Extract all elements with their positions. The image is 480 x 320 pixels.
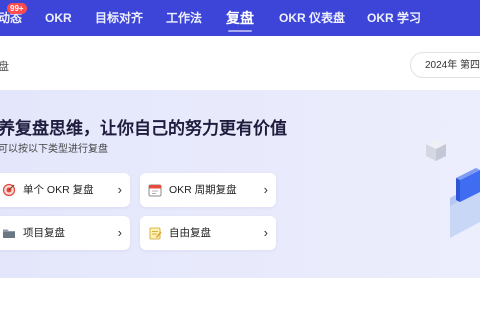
notification-badge: 99+: [7, 3, 27, 14]
target-icon: [2, 183, 16, 197]
card-label: 自由复盘: [169, 227, 211, 239]
chevron-right-icon: ›: [263, 225, 268, 240]
nav-item-learning[interactable]: OKR 学习: [367, 0, 421, 36]
isometric-blocks-illustration: [426, 139, 480, 238]
hero-subtitle: 可以按以下类型进行复盘: [0, 144, 108, 155]
nav-item-alignment[interactable]: 目标对齐: [95, 0, 143, 36]
nav-label-dashboard: OKR 仪表盘: [279, 11, 346, 25]
nav-item-okr[interactable]: OKR: [45, 0, 72, 36]
period-selector[interactable]: 2024年 第四: [410, 52, 480, 78]
card-label: 单个 OKR 复盘: [23, 184, 94, 196]
nav-item-activity[interactable]: 动态 99+: [0, 0, 27, 36]
card-label: OKR 周期复盘: [169, 184, 237, 196]
folder-icon: [2, 226, 16, 240]
chevron-right-icon: ›: [117, 225, 122, 240]
free-review-card[interactable]: 自由复盘 ›: [140, 216, 276, 250]
nav-label-okr: OKR: [45, 11, 72, 25]
okr-cycle-review-card[interactable]: OKR 周期复盘 ›: [140, 173, 276, 207]
notepad-icon: [148, 226, 162, 240]
chevron-right-icon: ›: [263, 182, 268, 197]
nav-item-methods[interactable]: 工作法: [166, 0, 202, 36]
top-nav: 动态 99+ OKR 目标对齐 工作法 复盘 OKR 仪表盘 OKR 学习: [0, 0, 480, 36]
nav-label-alignment: 目标对齐: [95, 11, 144, 25]
nav-label-methods: 工作法: [166, 11, 203, 25]
breadcrumb: 盘: [0, 61, 9, 73]
nav-item-dashboard[interactable]: OKR 仪表盘: [279, 0, 345, 36]
nav-item-review[interactable]: 复盘: [226, 0, 254, 36]
card-label: 项目复盘: [23, 227, 65, 239]
content-area: [0, 278, 480, 320]
nav-label-review: 复盘: [226, 10, 254, 26]
calendar-icon: [148, 183, 162, 197]
hero-title: 养复盘思维，让你自己的努力更有价值: [0, 119, 287, 138]
project-review-card[interactable]: 项目复盘 ›: [0, 216, 130, 250]
single-okr-review-card[interactable]: 单个 OKR 复盘 ›: [0, 173, 130, 207]
nav-label-learning: OKR 学习: [367, 11, 422, 25]
chevron-right-icon: ›: [117, 182, 122, 197]
review-hero-panel: 养复盘思维，让你自己的努力更有价值 可以按以下类型进行复盘 单个 OKR 复盘 …: [0, 90, 480, 278]
sub-header: 盘 2024年 第四: [0, 36, 480, 90]
